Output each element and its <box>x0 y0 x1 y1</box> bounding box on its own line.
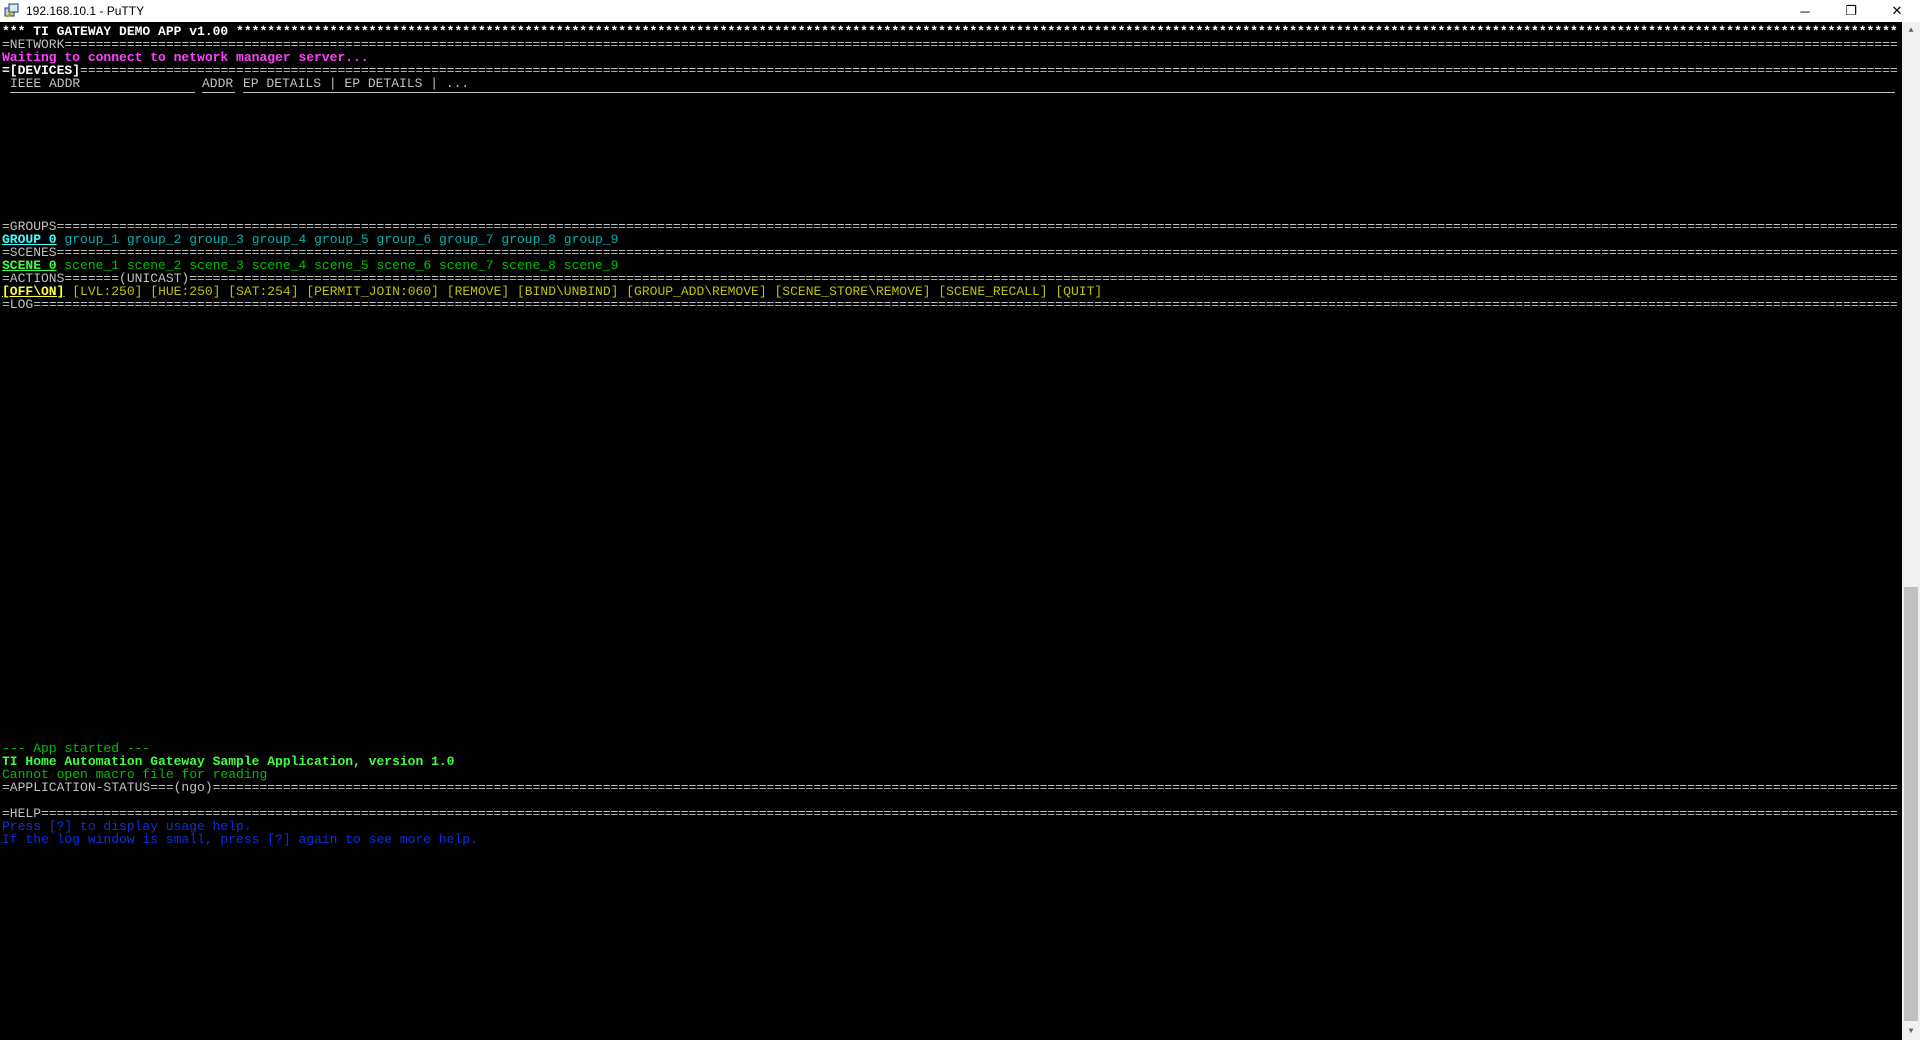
device-col-ep-underline <box>243 92 1895 93</box>
restore-button[interactable]: ❐ <box>1828 0 1874 22</box>
app-status-label: =APPLICATION-STATUS===(ngo) <box>2 780 213 795</box>
vertical-scrollbar[interactable]: ▲ ▼ <box>1902 22 1920 1040</box>
putty-app-icon[interactable] <box>4 3 20 19</box>
help-line: If the log window is small, press [?] ag… <box>2 832 478 847</box>
log-section-header: =LOG====================================… <box>2 297 1897 313</box>
minimize-button[interactable]: ─ <box>1782 0 1828 22</box>
device-col-addr-underline <box>202 92 235 93</box>
device-col-addr: ADDR <box>202 76 234 91</box>
log-fill: ========================================… <box>33 297 1897 312</box>
scrollbar-thumb[interactable] <box>1904 587 1918 1021</box>
app-status-section-header: =APPLICATION-STATUS===(ngo)=============… <box>2 780 1897 796</box>
device-col-ep: EP DETAILS | EP DETAILS | ... <box>243 76 470 91</box>
help-fill: ========================================… <box>41 806 1897 821</box>
window-titlebar: 192.168.10.1 - PuTTY ─ ❐ ✕ <box>0 0 1920 22</box>
help-section-header: =HELP===================================… <box>2 806 1897 822</box>
scroll-down-arrow-icon[interactable]: ▼ <box>1902 1023 1920 1040</box>
close-button[interactable]: ✕ <box>1874 0 1920 22</box>
device-col-ieee: IEEE ADDR <box>10 76 81 91</box>
log-label: =LOG <box>2 297 34 312</box>
terminal-screen[interactable]: *** TI GATEWAY DEMO APP v1.00 **********… <box>0 22 1902 1040</box>
device-col-ieee-underline <box>10 92 195 93</box>
app-status-fill: ========================================… <box>212 780 1897 795</box>
scroll-up-arrow-icon[interactable]: ▲ <box>1902 22 1920 39</box>
window-title: 192.168.10.1 - PuTTY <box>26 4 145 18</box>
